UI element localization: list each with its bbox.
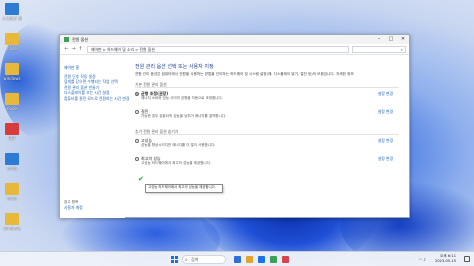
main-content: 전원 관리 옵션 선택 또는 사용자 지정 전원 관리 옵션은 컴퓨터에서 전원… [127, 55, 407, 218]
back-icon[interactable]: ← [63, 46, 70, 52]
change-settings-link[interactable]: 설정 변경 [378, 156, 393, 162]
folder-icon [5, 183, 19, 195]
desktop-icon[interactable]: node [2, 33, 22, 51]
desktop-icon[interactable]: PDF [2, 123, 22, 141]
radio-button[interactable] [135, 156, 139, 161]
pdf-icon [5, 123, 19, 135]
app-icon [5, 3, 19, 15]
sidebar: 제어판 홈 전원 단추 작동 설정 덮개를 닫으면 수행되는 작업 선택 전원 … [60, 55, 129, 218]
desktop-icon[interactable]: windows [2, 63, 22, 81]
page-title: 전원 관리 옵션 선택 또는 사용자 지정 [135, 64, 214, 70]
folder-icon [5, 63, 19, 75]
power-options-window: 전원 옵션 – □ ✕ ← → ↑ 제어판 > 하드웨어 및 소리 > 전원 옵… [59, 34, 410, 218]
power-plan-option[interactable]: 최고의 성능 고성능 하드웨어에서 최고의 성능을 제공합니다. 설정 변경 [135, 156, 399, 171]
section-additional-plans[interactable]: 추가 전원 관리 옵션 숨기기 [135, 129, 399, 135]
notification-icon[interactable] [464, 256, 470, 262]
folder-icon [5, 213, 19, 225]
user-accounts-link[interactable]: 사용자 계정 [64, 205, 83, 211]
search-icon: ⌕ [400, 46, 403, 52]
network-icon[interactable]: ◠ ♪ [419, 257, 426, 262]
tooltip: 고성능 하드웨어에서 최고의 성능을 제공합니다. [145, 184, 223, 193]
power-plan-option[interactable]: 균형 조정(권장) 에너지 소비와 성능 사이의 균형을 자동으로 조정합니다.… [135, 91, 399, 106]
window-title: 전원 옵션 [72, 36, 88, 42]
power-plan-option[interactable]: 고성능 성능을 향상시키지만 에너지를 더 많이 사용합니다. 설정 변경 [135, 138, 399, 153]
close-button[interactable]: ✕ [397, 35, 409, 44]
plan-description: 성능을 향상시키지만 에너지를 더 많이 사용합니다. [141, 142, 216, 147]
change-settings-link[interactable]: 설정 변경 [378, 109, 393, 115]
see-also: 참고 항목 사용자 계정 [64, 200, 83, 211]
plan-description: 에너지 소비와 성능 사이의 균형을 자동으로 조정합니다. [141, 95, 223, 100]
search-input[interactable]: ⌕ [352, 45, 406, 53]
radio-button[interactable] [135, 109, 139, 114]
maximize-button[interactable]: □ [385, 35, 397, 44]
change-settings-link[interactable]: 설정 변경 [378, 91, 393, 97]
page-description: 전원 관리 옵션은 컴퓨터에서 전원을 사용하는 방법을 관리하는 하드웨어 및… [135, 72, 354, 76]
file-icon [5, 153, 19, 165]
desktop-icon[interactable]: node [2, 183, 22, 201]
desktop-icon[interactable]: windows [2, 213, 22, 231]
sidebar-item-sleep-time[interactable]: 컴퓨터를 절전 모드로 전환하는 시간 변경 [64, 96, 129, 102]
search-icon: ⌕ [185, 257, 188, 263]
sidebar-item-control-panel-home[interactable]: 제어판 홈 [64, 65, 125, 71]
task-view-icon[interactable] [234, 256, 241, 263]
power-plan-option[interactable]: 절전 가능한 경우 컴퓨터의 성능을 낮추어 에너지를 절약합니다. 설정 변경 [135, 109, 399, 124]
taskbar-search-label: 검색 [191, 257, 199, 262]
taskbar-search[interactable]: ⌕ 검색 [182, 255, 226, 264]
minimize-button[interactable]: – [373, 35, 385, 44]
section-preferred-plans: 기본 전원 관리 옵션 [135, 82, 399, 88]
address-bar[interactable]: 제어판 > 하드웨어 및 소리 > 전원 옵션 [87, 45, 349, 53]
chrome-icon[interactable] [270, 256, 277, 263]
forward-icon[interactable]: → [70, 46, 77, 52]
taskbar: ⌕ 검색 ◠ ♪ 오후 6:11 2023-05-15 [0, 251, 474, 266]
edge-browser-icon[interactable] [258, 256, 265, 263]
change-settings-link[interactable]: 설정 변경 [378, 138, 393, 144]
desktop-icon[interactable]: node [2, 93, 22, 111]
start-button[interactable] [171, 256, 178, 263]
radio-button[interactable] [135, 91, 139, 96]
power-options-icon [64, 37, 69, 42]
title-bar[interactable]: 전원 옵션 – □ ✕ [60, 35, 409, 44]
sidebar-item-lid-close[interactable]: 덮개를 닫으면 수행되는 작업 선택 [64, 79, 125, 85]
clock[interactable]: 오후 6:11 2023-05-15 [435, 254, 456, 264]
radio-button[interactable] [135, 138, 139, 143]
plan-description: 고성능 하드웨어에서 최고의 성능을 제공합니다. [141, 160, 211, 165]
desktop-icon[interactable]: 스크린샷 편집기 [2, 3, 22, 21]
clock-date: 2023-05-15 [435, 259, 456, 263]
plan-description: 가능한 경우 컴퓨터의 성능을 낮추어 에너지를 절약합니다. [141, 113, 227, 118]
file-icon [5, 93, 19, 105]
address-bar-row: ← → ↑ 제어판 > 하드웨어 및 소리 > 전원 옵션 ⌕ [60, 44, 409, 55]
folder-icon [5, 33, 19, 45]
file-explorer-icon[interactable] [246, 256, 253, 263]
app-icon[interactable] [282, 256, 289, 263]
up-icon[interactable]: ↑ [77, 46, 84, 52]
desktop-icon[interactable]: node [2, 153, 22, 171]
mouse-cursor-icon: ✔ [138, 175, 144, 183]
